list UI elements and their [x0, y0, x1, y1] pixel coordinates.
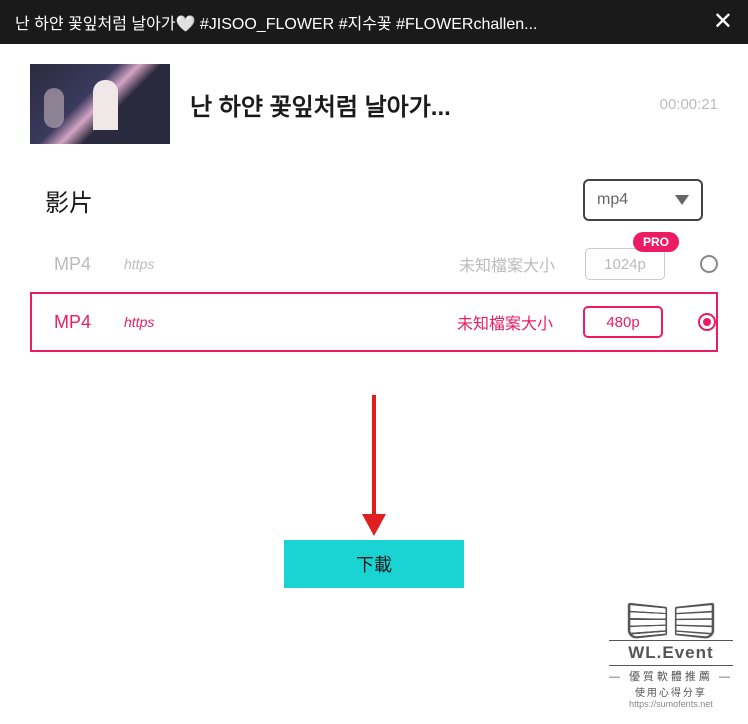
option-filesize: 未知檔案大小 — [459, 252, 555, 276]
download-button[interactable]: 下載 — [284, 540, 464, 588]
radio-480p[interactable] — [698, 313, 716, 331]
chevron-down-icon — [675, 195, 689, 205]
video-title: 난 하얀 꽃잎처럼 날아가... — [190, 87, 640, 122]
watermark-line2: 使用心得分享 — [609, 684, 733, 699]
watermark-url: https://sumofents.net — [609, 699, 733, 709]
watermark-title: WL.Event — [609, 640, 733, 666]
option-row-480p[interactable]: MP4 https 未知檔案大小 480p — [30, 292, 718, 352]
window-title: 난 하얀 꽃잎처럼 날아가🤍 #JISOO_FLOWER #지수꽃 #FLOWE… — [15, 10, 538, 34]
watermark: WL.Event — 優質軟體推薦 — 使用心得分享 https://sumof… — [609, 605, 733, 709]
annotation-arrow — [362, 395, 386, 536]
option-row-1024p: MP4 https 未知檔案大小 1024p PRO — [0, 236, 748, 292]
format-label: 影片 — [45, 183, 93, 218]
book-icon — [609, 605, 733, 637]
video-info-section: 난 하얀 꽃잎처럼 날아가... 00:00:21 — [0, 44, 748, 164]
watermark-line1: — 優質軟體推薦 — — [609, 668, 733, 684]
video-duration: 00:00:21 — [660, 96, 718, 113]
option-format: MP4 — [54, 254, 114, 275]
option-quality-480p: 480p — [583, 306, 663, 338]
option-format: MP4 — [54, 312, 114, 333]
format-header: 影片 mp4 — [0, 164, 748, 236]
option-protocol: https — [124, 256, 154, 272]
format-select[interactable]: mp4 — [583, 179, 703, 221]
option-protocol: https — [124, 314, 154, 330]
format-select-value: mp4 — [597, 191, 628, 209]
option-quality-1024p: 1024p PRO — [585, 248, 665, 280]
option-filesize: 未知檔案大小 — [457, 310, 553, 334]
close-icon[interactable]: ✕ — [713, 10, 733, 34]
radio-1024p[interactable] — [700, 255, 718, 273]
video-thumbnail — [30, 64, 170, 144]
title-bar: 난 하얀 꽃잎처럼 날아가🤍 #JISOO_FLOWER #지수꽃 #FLOWE… — [0, 0, 748, 44]
pro-badge: PRO — [633, 232, 679, 252]
